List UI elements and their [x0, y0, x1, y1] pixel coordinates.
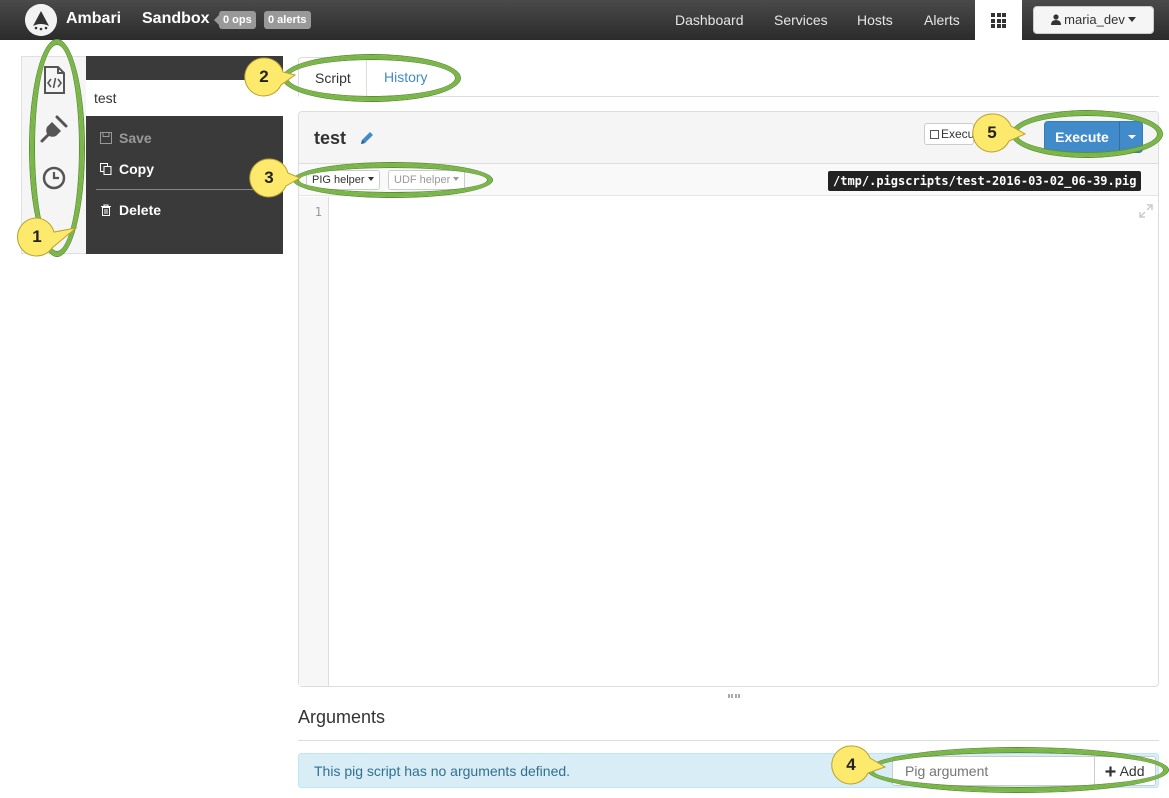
highlight-ring-helpers — [294, 163, 492, 197]
edit-pencil-icon[interactable] — [359, 130, 375, 146]
nav-services[interactable]: Services — [774, 12, 828, 28]
execute-on-tez-checkbox[interactable]: Execute on Tez — [924, 123, 974, 145]
cluster-name[interactable]: Sandbox — [142, 10, 210, 28]
brand-name[interactable]: Ambari — [66, 10, 121, 28]
copy-label: Copy — [119, 161, 154, 177]
delete-label: Delete — [119, 202, 162, 218]
callout-number: 2 — [259, 67, 269, 86]
nav-dashboard[interactable]: Dashboard — [675, 12, 744, 28]
caret-down-icon — [1128, 17, 1137, 22]
callout-2: 2 — [243, 56, 297, 98]
execute-on-tez-label: Execute on Tez — [941, 127, 974, 141]
save-script-button[interactable]: Save — [99, 130, 152, 146]
delete-script-button[interactable]: Delete — [99, 202, 161, 218]
callout-number: 3 — [264, 168, 274, 187]
user-menu-button[interactable]: maria_dev — [1033, 6, 1154, 34]
views-menu-button[interactable] — [975, 0, 1022, 40]
alerts-badge[interactable]: 0 alerts — [264, 11, 311, 29]
copy-icon — [100, 163, 112, 175]
highlight-ring-argument — [868, 748, 1168, 792]
callout-3: 3 — [248, 157, 302, 199]
editor-resize-handle[interactable] — [728, 694, 740, 698]
arguments-heading: Arguments — [298, 707, 386, 727]
save-label: Save — [119, 130, 152, 146]
ambari-logo-icon[interactable] — [25, 4, 57, 36]
highlight-ring-execute — [1012, 111, 1162, 157]
arguments-divider — [298, 740, 1159, 741]
user-name: maria_dev — [1064, 12, 1125, 27]
save-icon — [100, 132, 112, 144]
fullscreen-expand-icon[interactable] — [1139, 204, 1153, 218]
callout-1: 1 — [16, 216, 78, 258]
nav-alerts[interactable]: Alerts — [924, 12, 960, 28]
nav-hosts[interactable]: Hosts — [857, 12, 893, 28]
script-title: test — [314, 128, 347, 148]
copy-script-button[interactable]: Copy — [99, 161, 154, 177]
line-number: 1 — [314, 205, 322, 219]
script-editor-panel: test Execute on Tez Execute PIG helper U… — [298, 111, 1159, 687]
user-icon — [1050, 14, 1061, 25]
trash-icon — [101, 204, 111, 216]
checkbox-square — [930, 130, 939, 139]
callout-number: 4 — [846, 755, 856, 774]
script-file-path: /tmp/.pigscripts/test-2016-03-02_06-39.p… — [828, 171, 1142, 191]
callout-4: 4 — [830, 744, 887, 786]
highlight-ring-tabs — [283, 55, 460, 101]
editor-gutter: 1 — [299, 197, 329, 686]
no-arguments-message: This pig script has no arguments defined… — [314, 763, 571, 779]
callout-5: 5 — [971, 112, 1027, 154]
callout-number: 1 — [32, 227, 42, 246]
ops-badge[interactable]: 0 ops — [214, 11, 256, 29]
callout-number: 5 — [987, 123, 997, 142]
grid-icon — [991, 13, 1006, 28]
top-navbar: Ambari Sandbox 0 ops 0 alerts Dashboard … — [0, 0, 1169, 40]
